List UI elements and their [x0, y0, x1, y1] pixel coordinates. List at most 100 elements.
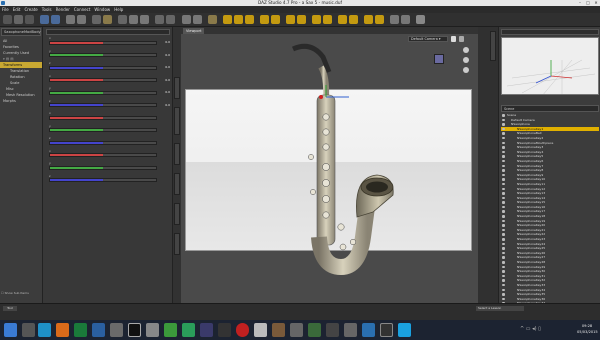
camera-pan-icon[interactable] — [375, 15, 384, 24]
rotate-tool-icon[interactable] — [234, 15, 243, 24]
slider-value[interactable]: 0.0 — [158, 40, 170, 45]
visibility-eye-icon[interactable] — [502, 215, 505, 218]
universal-tool-icon[interactable] — [208, 15, 217, 24]
side-tab-5[interactable] — [174, 203, 180, 225]
menu-connect[interactable]: Connect — [72, 6, 93, 13]
visibility-eye-icon[interactable] — [502, 123, 505, 126]
scene-search-input[interactable]: Scene — [501, 105, 599, 112]
joint-editor-icon[interactable] — [260, 15, 269, 24]
node-weight-icon[interactable] — [338, 15, 347, 24]
side-tab-right-1[interactable] — [490, 31, 496, 61]
visibility-eye-icon[interactable] — [502, 182, 505, 186]
node-icon[interactable] — [140, 15, 149, 24]
visibility-eye-icon[interactable] — [502, 261, 505, 264]
visibility-eye-icon[interactable] — [502, 279, 505, 282]
viewport[interactable]: Viewport Default Camera ▾ — [181, 27, 478, 303]
python-icon[interactable] — [390, 15, 399, 24]
side-tab-2[interactable] — [174, 107, 180, 135]
lesson-select[interactable]: Select a Lesson — [476, 306, 524, 311]
slider-value[interactable] — [158, 178, 170, 183]
edge-icon[interactable] — [38, 323, 51, 337]
save-icon[interactable] — [25, 15, 34, 24]
nav-item-morphs[interactable]: Morphs — [0, 98, 42, 104]
app-icon-9[interactable] — [272, 323, 285, 337]
camera-orbit-icon[interactable] — [364, 15, 373, 24]
visibility-eye-icon[interactable] — [502, 164, 505, 168]
visibility-eye-icon[interactable] — [502, 251, 505, 255]
app-icon-6[interactable] — [218, 323, 231, 337]
start-icon[interactable] — [4, 323, 17, 337]
parameter-slider[interactable]: z 0.0 — [46, 62, 170, 71]
slider-value[interactable]: 0.0 — [158, 78, 170, 83]
surface-selection-icon[interactable] — [182, 15, 191, 24]
translate-tool-icon[interactable] — [223, 15, 232, 24]
slider-value[interactable] — [158, 140, 170, 145]
viewport-layout-icon[interactable] — [155, 15, 164, 24]
visibility-eye-icon[interactable] — [502, 205, 505, 209]
app-icon-7[interactable] — [236, 323, 249, 337]
app-icon-12[interactable] — [326, 323, 339, 337]
slider-value[interactable] — [158, 128, 170, 133]
visibility-eye-icon[interactable] — [502, 132, 505, 135]
visibility-eye-icon[interactable] — [502, 118, 505, 122]
slider-track[interactable] — [49, 53, 157, 57]
parameter-slider[interactable]: y 0.0 — [46, 49, 170, 59]
app-icon-14[interactable] — [362, 323, 375, 337]
surface-tool-icon[interactable] — [286, 15, 295, 24]
slider-track[interactable] — [49, 153, 157, 157]
app-icon-8[interactable] — [254, 323, 267, 337]
parameter-slider[interactable]: y — [46, 124, 170, 134]
side-tab-3[interactable] — [174, 143, 180, 165]
visibility-eye-icon[interactable] — [502, 219, 505, 223]
visibility-eye-icon[interactable] — [502, 136, 505, 140]
parameter-slider[interactable]: x 0.0 — [46, 74, 170, 84]
menu-help[interactable]: Help — [112, 6, 125, 13]
visibility-eye-icon[interactable] — [502, 187, 505, 190]
slider-track[interactable] — [49, 140, 157, 145]
spot-render-icon[interactable] — [323, 15, 332, 24]
visibility-eye-icon[interactable] — [502, 201, 505, 204]
parameter-slider[interactable]: x — [46, 112, 170, 121]
render-settings-icon[interactable] — [77, 15, 86, 24]
parameter-search-input[interactable] — [46, 29, 170, 35]
parameter-slider[interactable]: z — [46, 174, 170, 184]
app-icon-3[interactable] — [164, 323, 177, 337]
primitive-icon[interactable] — [118, 15, 127, 24]
slider-track[interactable] — [49, 65, 157, 70]
app-icon-1[interactable] — [110, 323, 123, 337]
parameter-slider[interactable]: y 0.0 — [46, 87, 170, 96]
tool-tab[interactable]: Tool — [3, 306, 17, 311]
skype-icon[interactable] — [398, 323, 411, 337]
menu-file[interactable]: File — [0, 6, 11, 13]
show-sub-items-checkbox[interactable]: ☐ Show Sub Items — [1, 291, 42, 296]
visibility-eye-icon[interactable] — [502, 155, 505, 158]
visibility-eye-icon[interactable] — [502, 228, 505, 232]
geometry-editor-icon[interactable] — [271, 15, 280, 24]
script-icon[interactable] — [401, 15, 410, 24]
menu-window[interactable]: Window — [92, 6, 112, 13]
visibility-eye-icon[interactable] — [502, 283, 505, 287]
app-icon-11[interactable] — [308, 323, 321, 337]
visibility-eye-icon[interactable] — [502, 238, 505, 241]
slider-value[interactable] — [158, 115, 170, 120]
slider-track[interactable] — [49, 40, 157, 45]
visibility-eye-icon[interactable] — [502, 270, 505, 273]
app-icon-13[interactable] — [344, 323, 357, 337]
visibility-eye-icon[interactable] — [502, 196, 505, 200]
slider-track[interactable] — [49, 128, 157, 132]
slider-track[interactable] — [49, 103, 157, 107]
visibility-eye-icon[interactable] — [502, 288, 505, 292]
visibility-eye-icon[interactable] — [502, 127, 505, 131]
undo-icon[interactable] — [40, 15, 49, 24]
app-icon-5[interactable] — [200, 323, 213, 337]
parameter-slider[interactable]: z 0.0 — [46, 99, 170, 109]
redo-icon[interactable] — [51, 15, 60, 24]
visibility-eye-icon[interactable] — [502, 173, 505, 177]
visibility-eye-icon[interactable] — [502, 224, 505, 227]
visibility-eye-icon[interactable] — [502, 169, 505, 172]
visibility-eye-icon[interactable] — [502, 242, 505, 246]
slider-value[interactable]: 0.0 — [158, 65, 170, 70]
visibility-eye-icon[interactable] — [502, 265, 505, 269]
task-view-icon[interactable] — [22, 323, 35, 337]
light-icon[interactable] — [103, 15, 112, 24]
